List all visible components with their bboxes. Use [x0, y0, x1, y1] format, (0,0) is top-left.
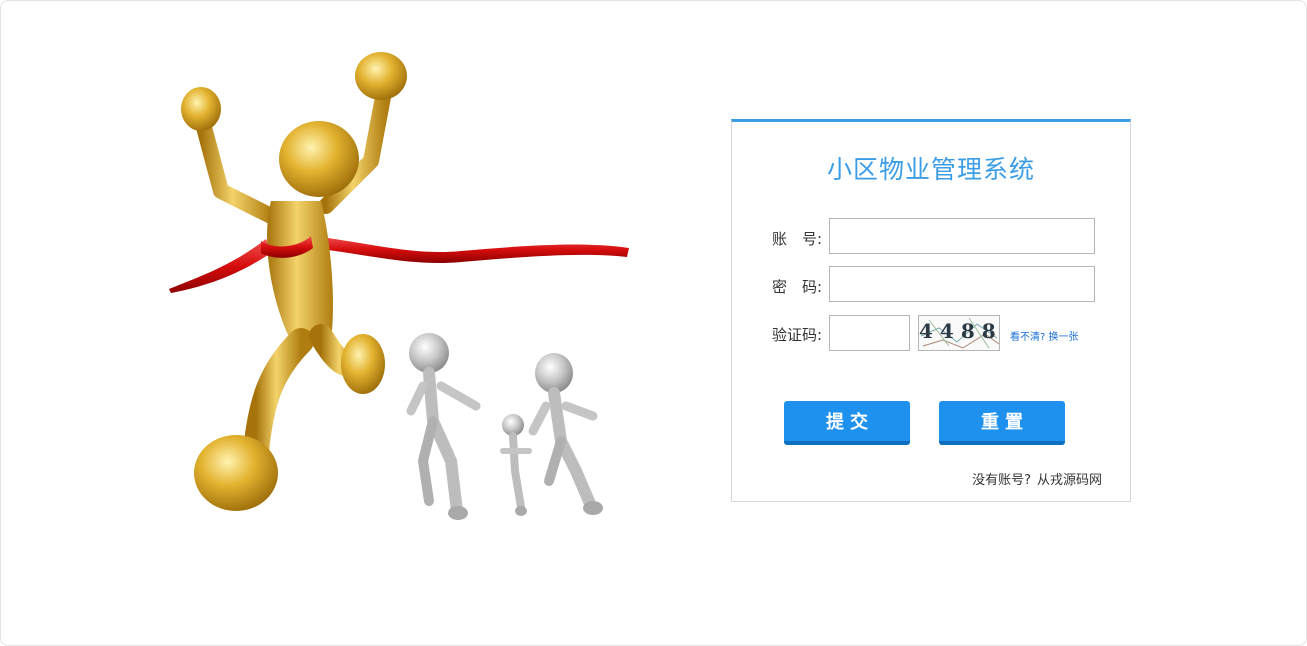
silver-runner-left [406, 333, 481, 520]
register-prompt: 没有账号? [972, 473, 1031, 488]
register-row: 没有账号? 从戎源码网 [972, 469, 1102, 488]
silver-runner-small [500, 414, 532, 516]
password-label: 密 码: [771, 278, 822, 296]
login-page: 小区物业管理系统 账 号: 密 码: 验证码: 4488 看不清? 换一张 提交… [0, 0, 1307, 646]
captcha-image[interactable]: 4488 [918, 315, 1000, 351]
submit-button[interactable]: 提交 [784, 401, 910, 445]
finish-ribbon [169, 239, 271, 293]
register-link[interactable]: 从戎源码网 [1037, 473, 1102, 488]
reset-button[interactable]: 重置 [939, 401, 1065, 445]
captcha-label: 验证码: [771, 326, 822, 344]
page-title: 小区物业管理系统 [826, 155, 1035, 184]
silver-runner-right [528, 353, 603, 515]
captcha-input[interactable] [829, 315, 910, 351]
username-input[interactable] [829, 218, 1095, 254]
refresh-captcha-link[interactable]: 看不清? 换一张 [1010, 328, 1079, 343]
captcha-text: 4488 [919, 319, 1000, 343]
username-label: 账 号: [771, 230, 822, 248]
password-input[interactable] [829, 266, 1095, 302]
login-panel: 小区物业管理系统 账 号: 密 码: 验证码: 4488 看不清? 换一张 提交… [731, 119, 1131, 502]
winner-illustration [169, 52, 629, 520]
